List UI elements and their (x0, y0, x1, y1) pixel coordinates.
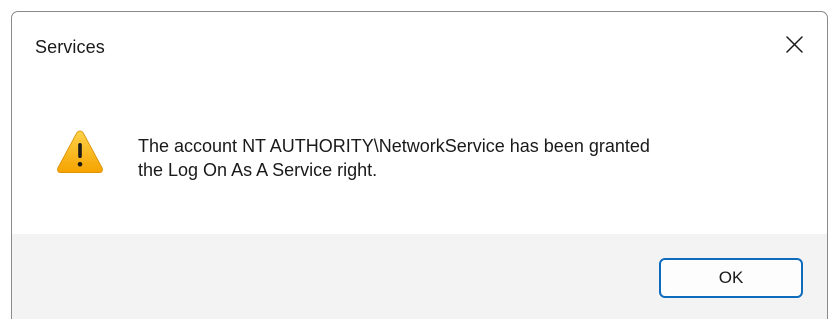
dialog-content: The account NT AUTHORITY\NetworkService … (12, 86, 827, 234)
message-line-2: the Log On As A Service right. (138, 160, 378, 180)
warning-icon (57, 130, 103, 173)
close-button[interactable] (765, 12, 827, 74)
close-icon (786, 36, 803, 53)
dialog-footer: OK (12, 234, 827, 319)
dialog-message: The account NT AUTHORITY\NetworkService … (138, 134, 798, 182)
message-dialog: Services The account NT AUTHORITY\Networ… (11, 11, 828, 319)
message-line-1: The account NT AUTHORITY\NetworkService … (138, 136, 650, 156)
ok-button[interactable]: OK (659, 258, 803, 298)
dialog-title: Services (35, 37, 105, 57)
title-bar[interactable]: Services (12, 12, 827, 86)
